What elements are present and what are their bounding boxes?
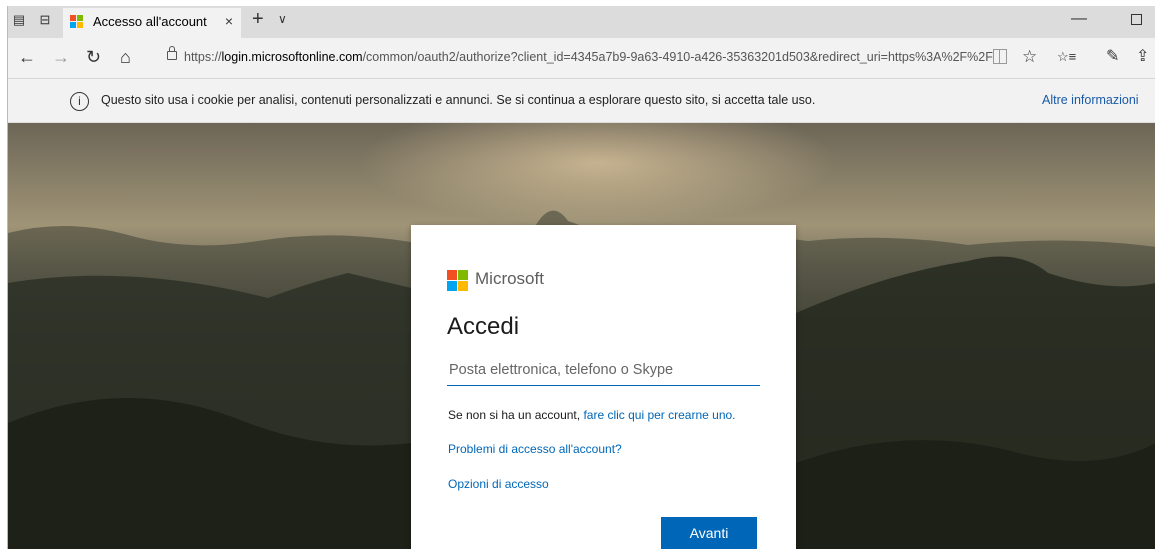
url-domain: login.microsoftonline.com <box>221 50 363 64</box>
next-button[interactable]: Avanti <box>661 517 757 549</box>
minimize-button[interactable]: — <box>1071 10 1087 28</box>
page-title: Accedi <box>447 313 520 340</box>
browser-window: ▤ ⊟ Accesso all'account × + ∨ — ← → ↻ ⌂ … <box>7 6 1155 549</box>
login-card: Microsoft Accedi Se non si ha un account… <box>411 225 796 549</box>
tab-bar: ▤ ⊟ Accesso all'account × + ∨ — <box>8 6 1155 38</box>
no-account-text: Se non si ha un account, fare clic qui p… <box>448 408 736 422</box>
url-path: /common/oauth2/authorize?client_id=4345a… <box>362 50 994 64</box>
refresh-icon[interactable]: ↻ <box>86 47 101 67</box>
email-field[interactable] <box>447 355 760 386</box>
tab-preview-icon[interactable]: ▤ <box>11 12 27 28</box>
restore-button[interactable] <box>1131 14 1142 25</box>
address-toolbar: ← → ↻ ⌂ https://login.microsoftonline.co… <box>8 38 1155 79</box>
info-icon: i <box>70 92 89 111</box>
home-icon[interactable]: ⌂ <box>120 47 131 67</box>
favorites-hub-icon[interactable]: ☆≡ <box>1057 47 1076 67</box>
reading-view-icon[interactable] <box>993 49 1007 64</box>
brand-name: Microsoft <box>475 269 544 288</box>
favorite-star-icon[interactable]: ☆ <box>1022 47 1037 67</box>
close-icon[interactable]: × <box>225 13 233 29</box>
notes-pen-icon[interactable]: ✎ <box>1106 47 1119 67</box>
back-icon[interactable]: ← <box>18 47 36 67</box>
sign-in-options-link[interactable]: Opzioni di accesso <box>448 477 549 491</box>
lock-icon <box>167 46 177 60</box>
tab-list-chevron-icon[interactable]: ∨ <box>278 12 287 26</box>
create-account-link[interactable]: fare clic qui per crearne uno. <box>583 408 735 422</box>
share-icon[interactable]: ⇪ <box>1136 47 1149 67</box>
new-tab-button[interactable]: + <box>252 8 264 31</box>
url-prefix: https:// <box>184 50 222 64</box>
no-account-label: Se non si ha un account, <box>448 408 584 422</box>
tab-active[interactable]: Accesso all'account × <box>63 8 241 38</box>
forward-icon[interactable]: → <box>52 47 70 67</box>
cookie-text: Questo sito usa i cookie per analisi, co… <box>101 93 816 107</box>
cookie-banner: i Questo sito usa i cookie per analisi, … <box>8 79 1155 123</box>
more-info-link[interactable]: Altre informazioni <box>1042 93 1139 107</box>
address-bar[interactable]: https://login.microsoftonline.com/common… <box>184 50 994 64</box>
tab-title: Accesso all'account <box>93 14 207 29</box>
microsoft-logo-icon <box>447 270 468 291</box>
set-aside-icon[interactable]: ⊟ <box>37 12 53 28</box>
microsoft-logo-icon <box>70 15 84 29</box>
trouble-signing-in-link[interactable]: Problemi di accesso all'account? <box>448 442 622 456</box>
